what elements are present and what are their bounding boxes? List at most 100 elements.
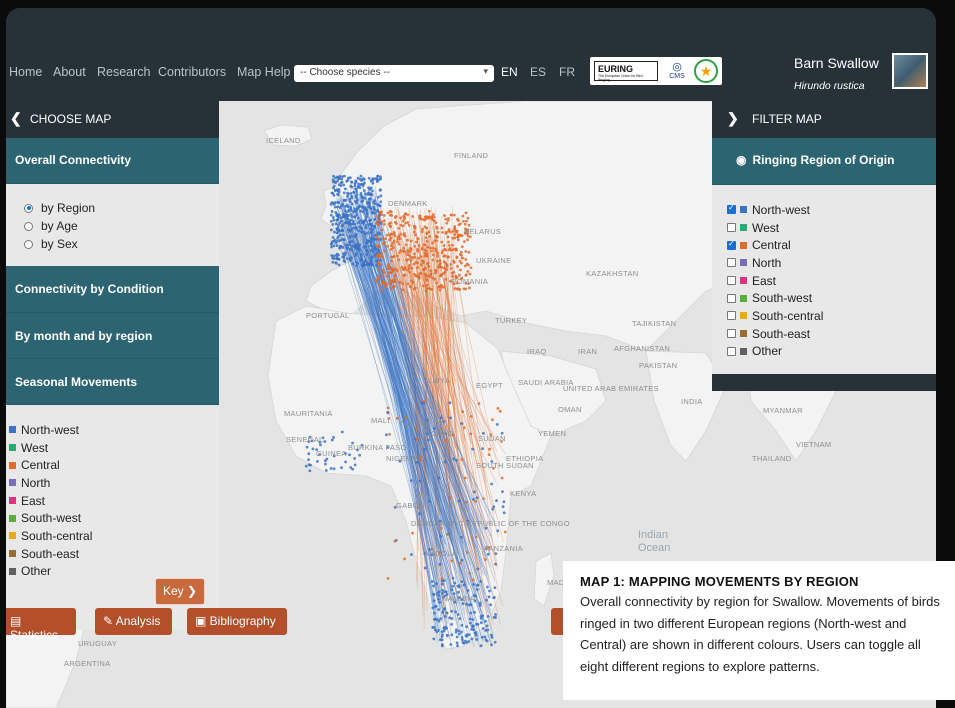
filter-swatch [740, 206, 747, 214]
radio-by-age[interactable] [24, 221, 33, 231]
ring-point [431, 241, 434, 245]
filter-checkbox[interactable] [727, 223, 736, 233]
section-overall-connectivity[interactable]: Overall Connectivity [6, 138, 219, 184]
section-by-month-region[interactable]: By month and by region [6, 313, 219, 359]
ring-point [469, 621, 472, 625]
ring-point [342, 238, 346, 241]
ring-point [311, 447, 315, 451]
filter-item[interactable]: South-central [727, 307, 936, 325]
ring-point [443, 608, 446, 611]
ring-point [436, 251, 439, 255]
radio-by-region[interactable] [24, 203, 33, 213]
ring-point [453, 233, 457, 236]
ring-point [478, 601, 482, 605]
ring-point [436, 230, 440, 234]
filter-checkbox[interactable] [727, 239, 736, 250]
lang-es[interactable]: ES [530, 65, 546, 79]
ring-point [436, 235, 439, 239]
option-by-sex[interactable]: by Sex [24, 235, 219, 253]
ring-point [425, 255, 429, 258]
ring-point [440, 644, 444, 648]
key-button[interactable]: Key ❯ [155, 578, 205, 605]
partner-logos: EURING The European Union for Bird Ringi… [590, 57, 722, 85]
ring-point [493, 586, 497, 590]
legend-label: Central [21, 458, 60, 473]
ring-point [439, 416, 443, 420]
statistics-button[interactable]: ▤ Statistics [6, 608, 76, 642]
ring-point [354, 179, 358, 183]
ring-point [345, 220, 349, 224]
section-ringing-region[interactable]: ◉ Ringing Region of Origin [712, 138, 936, 185]
ring-point [373, 224, 377, 228]
ring-point [442, 420, 446, 423]
ring-point [438, 562, 442, 566]
ring-point [415, 437, 419, 441]
ring-point [343, 174, 346, 178]
chevron-right-icon[interactable]: ❯ [727, 110, 739, 127]
lang-fr[interactable]: FR [559, 65, 575, 79]
filter-item[interactable]: South-east [727, 325, 936, 343]
ring-point [449, 643, 453, 646]
ring-point [464, 250, 468, 253]
ring-point [336, 214, 340, 217]
filter-checkbox[interactable] [727, 311, 736, 321]
filter-item[interactable]: South-west [727, 289, 936, 307]
filter-checkbox[interactable] [727, 258, 736, 268]
ring-point [397, 258, 401, 262]
ring-point [413, 252, 416, 256]
filter-item[interactable]: East [727, 272, 936, 290]
ring-point [390, 270, 394, 274]
ring-point [442, 629, 446, 633]
filter-label: North-west [752, 202, 811, 217]
nav-home[interactable]: Home [9, 65, 42, 79]
nav-about[interactable]: About [53, 65, 86, 79]
option-by-age[interactable]: by Age [24, 217, 219, 235]
filter-item[interactable]: North-west [727, 201, 936, 219]
choose-map-header[interactable]: ❮ CHOOSE MAP [6, 101, 219, 138]
ring-point [335, 256, 339, 260]
option-by-region[interactable]: by Region [24, 199, 219, 217]
ring-point [401, 288, 405, 292]
ring-point [409, 239, 413, 243]
section-connectivity-by-condition[interactable]: Connectivity by Condition [6, 266, 219, 313]
filter-checkbox[interactable] [727, 293, 736, 303]
ring-point [483, 558, 487, 561]
lang-en[interactable]: EN [501, 65, 518, 79]
ring-point [331, 216, 335, 219]
ring-point [378, 211, 382, 215]
country-label: IRAQ [527, 347, 547, 356]
filter-item[interactable]: Central [727, 236, 936, 254]
nav-map-help[interactable]: Map Help [237, 65, 291, 79]
section-seasonal-movements[interactable]: Seasonal Movements [6, 359, 219, 405]
filter-item[interactable]: Other [727, 343, 936, 361]
ocean-label-2: Ocean [638, 542, 670, 554]
radio-by-sex[interactable] [24, 239, 33, 249]
analysis-button[interactable]: ✎ Analysis [95, 608, 172, 635]
ring-point [431, 258, 435, 262]
species-select[interactable]: -- Choose species -- ▾ [294, 65, 494, 82]
ring-point [394, 222, 398, 225]
ring-point [369, 227, 373, 231]
filter-checkbox[interactable] [727, 329, 736, 339]
ring-point [385, 433, 388, 437]
filter-item[interactable]: West [727, 219, 936, 237]
legend-label: South-west [21, 511, 82, 526]
filter-checkbox[interactable] [727, 203, 736, 215]
bibliography-button[interactable]: ▣ Bibliography [187, 608, 287, 635]
filter-checkbox[interactable] [727, 346, 736, 356]
ring-point [386, 576, 390, 580]
filter-map-header[interactable]: ❯ FILTER MAP [712, 101, 936, 138]
ring-point [406, 268, 409, 272]
chevron-left-icon[interactable]: ❮ [10, 110, 22, 127]
nav-contributors[interactable]: Contributors [158, 65, 226, 79]
filter-checkbox[interactable] [727, 276, 736, 286]
ring-point [456, 217, 459, 221]
ring-point [334, 210, 338, 214]
filter-item[interactable]: North [727, 254, 936, 272]
country-label: TAJIKISTAN [632, 319, 676, 328]
species-photo [892, 53, 928, 89]
ring-point [352, 219, 355, 223]
nav-research[interactable]: Research [97, 65, 151, 79]
ring-point [307, 452, 311, 456]
ring-point [437, 597, 440, 601]
